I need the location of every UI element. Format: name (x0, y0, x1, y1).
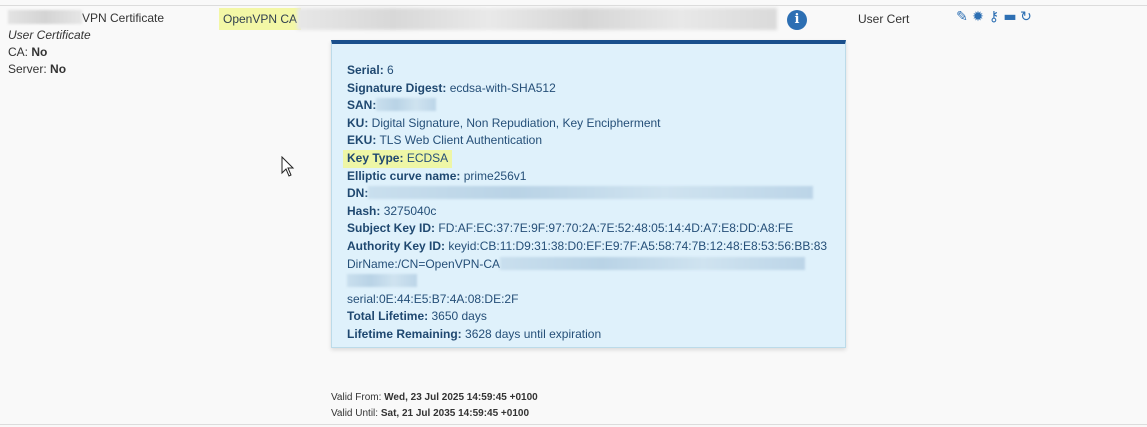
validity-dates: Valid From: Wed, 23 Jul 2025 14:59:45 +0… (331, 390, 538, 422)
serial-value: 6 (387, 63, 394, 77)
valid-until-label: Valid Until: (331, 408, 379, 419)
server-flag: Server: No (8, 61, 164, 78)
ku-line: KU: Digital Signature, Non Repudiation, … (347, 115, 827, 133)
san-label: SAN: (347, 98, 377, 113)
cert-info-popover: Serial: 6 Signature Digest: ecdsa-with-S… (331, 40, 846, 348)
akid-line: Authority Key ID: keyid:CB:11:D9:31:38:D… (347, 238, 827, 256)
cert-name-text: VPN Certificate (82, 11, 165, 25)
remaining-line: Lifetime Remaining: 3628 days until expi… (347, 326, 827, 344)
lifetime-value: 3650 days (431, 309, 487, 324)
gear-icon[interactable]: ✹ (971, 9, 985, 25)
server-label: Server: (8, 62, 47, 76)
action-icons: ✎ ✹ ⚷ ▬ ↻ (955, 9, 1033, 25)
keytype-highlight: Key Type: ECDSA (343, 149, 453, 168)
pencil-icon[interactable]: ✎ (955, 9, 969, 25)
cert-name-cell: VPN Certificate User Certificate CA: No … (8, 10, 164, 78)
akid-label: Authority Key ID: (347, 238, 446, 253)
serial-line: Serial: 6 (347, 62, 827, 80)
skid-label: Subject Key ID: (347, 221, 436, 236)
digest-label: Signature Digest: (347, 80, 447, 95)
lifetime-label: Total Lifetime: (347, 309, 429, 324)
mouse-cursor-icon (281, 156, 295, 177)
valid-from-label: Valid From: (331, 392, 382, 403)
keytype-line: Key Type: ECDSA (343, 149, 827, 168)
valid-until-line: Valid Until: Sat, 21 Jul 2035 14:59:45 +… (331, 406, 538, 422)
redacted-name (8, 10, 82, 24)
archive-icon[interactable]: ▬ (1003, 9, 1017, 25)
hash-line: Hash: 3275040c (347, 203, 827, 221)
ku-label: KU: (347, 115, 369, 130)
remaining-label: Lifetime Remaining: (347, 326, 462, 341)
eku-label: EKU: (347, 133, 377, 148)
cert-name: VPN Certificate (8, 10, 164, 27)
cert-details: Serial: 6 Signature Digest: ecdsa-with-S… (343, 62, 827, 344)
akid-serial-line: serial:0E:44:E5:B7:4A:08:DE:2F (347, 291, 827, 309)
dirname-continued (347, 273, 827, 291)
redacted-dirname (500, 256, 806, 270)
key-icon[interactable]: ⚷ (987, 9, 1001, 25)
curve-label: Elliptic curve name: (347, 168, 461, 183)
skid-value: FD:AF:EC:37:7E:9F:97:70:2A:7E:52:48:05:1… (438, 221, 794, 236)
digest-line: Signature Digest: ecdsa-with-SHA512 (347, 80, 827, 98)
row-divider-bottom (0, 424, 1147, 425)
dirname-value: DirName:/CN=OpenVPN-CA (347, 256, 501, 271)
valid-until-value: Sat, 21 Jul 2035 14:59:45 +0100 (380, 408, 530, 419)
hash-label: Hash: (347, 203, 381, 218)
dn-label: DN: (347, 186, 369, 201)
digest-value: ecdsa-with-SHA512 (449, 80, 556, 95)
cert-type-cell: User Cert (858, 12, 910, 26)
curve-line: Elliptic curve name: prime256v1 (347, 168, 827, 186)
eku-value: TLS Web Client Authentication (379, 133, 543, 148)
refresh-icon[interactable]: ↻ (1019, 9, 1033, 25)
valid-from-line: Valid From: Wed, 23 Jul 2025 14:59:45 +0… (331, 390, 538, 406)
keytype-label: Key Type: (347, 150, 404, 165)
akid-value: keyid:CB:11:D9:31:38:D0:EF:E9:7F:A5:58:7… (448, 238, 828, 253)
eku-line: EKU: TLS Web Client Authentication (347, 132, 827, 150)
server-value: No (50, 62, 67, 76)
ca-flag: CA: No (8, 44, 164, 61)
keytype-value: ECDSA (406, 150, 449, 165)
redacted-distinguished-name (297, 8, 777, 30)
curve-value: prime256v1 (463, 168, 527, 183)
remaining-value: 3628 days until expiration (465, 326, 602, 341)
ca-label: CA: (8, 45, 29, 59)
san-line: SAN: (347, 97, 827, 115)
valid-from-value: Wed, 23 Jul 2025 14:59:45 +0100 (384, 392, 538, 403)
redacted-dirname-cont (347, 274, 417, 288)
row-divider-top (0, 5, 1147, 6)
skid-line: Subject Key ID: FD:AF:EC:37:7E:9F:97:70:… (347, 220, 827, 238)
lifetime-line: Total Lifetime: 3650 days (347, 308, 827, 326)
ca-value: No (31, 45, 48, 59)
hash-value: 3275040c (383, 203, 437, 218)
info-icon[interactable]: i (787, 10, 807, 30)
serial-label: Serial: (347, 63, 384, 77)
dirname-line: DirName:/CN=OpenVPN-CA (347, 256, 827, 274)
issuer-cell: OpenVPN CA (219, 8, 302, 30)
redacted-dn (368, 186, 814, 200)
redacted-san (376, 98, 437, 112)
ku-value: Digital Signature, Non Repudiation, Key … (371, 115, 661, 130)
akid-serial-value: serial:0E:44:E5:B7:4A:08:DE:2F (347, 291, 519, 306)
dn-line: DN: (347, 185, 827, 203)
cert-kind: User Certificate (8, 28, 91, 42)
